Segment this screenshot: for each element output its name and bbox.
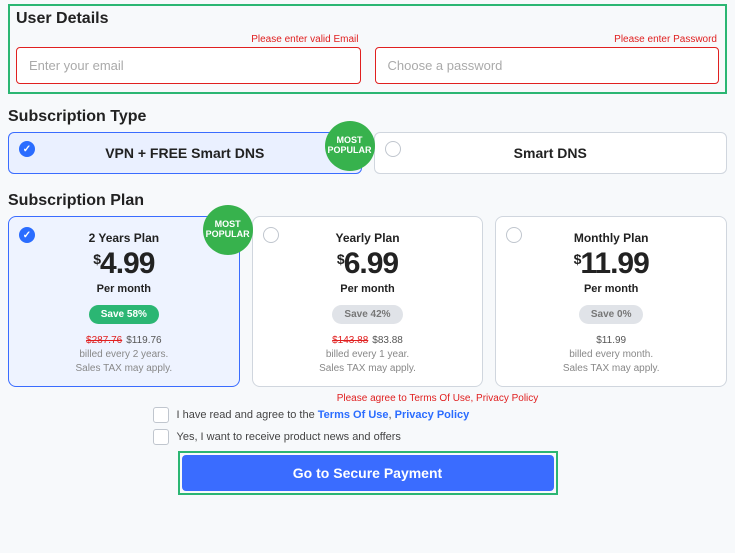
email-error: Please enter valid Email — [16, 34, 361, 45]
billing-info: $143.88$83.88 billed every 1 year. Sales… — [263, 334, 473, 376]
plan-card-monthly[interactable]: Monthly Plan $11.99 Per month Save 0% $1… — [495, 216, 727, 387]
password-input[interactable] — [375, 47, 720, 84]
terms-error: Please agree to Terms Of Use, Privacy Po… — [293, 393, 583, 404]
plan-name: 2 Years Plan — [19, 231, 229, 245]
plan-price: $6.99 — [337, 247, 398, 281]
plan-card-2years[interactable]: MOST POPULAR 2 Years Plan $4.99 Per mont… — [8, 216, 240, 387]
plan-card-yearly[interactable]: Yearly Plan $6.99 Per month Save 42% $14… — [252, 216, 484, 387]
radio-checked-icon — [19, 141, 35, 157]
user-details-title: User Details — [16, 10, 719, 28]
type-option-vpn-dns[interactable]: VPN + FREE Smart DNS MOST POPULAR — [8, 132, 362, 174]
save-badge: Save 58% — [89, 305, 159, 324]
billing-info: $11.99 billed every month. Sales TAX may… — [506, 334, 716, 376]
billing-info: $287.76$119.76 billed every 2 years. Sal… — [19, 334, 229, 376]
plan-name: Yearly Plan — [263, 231, 473, 245]
password-field-group: Please enter Password — [375, 34, 720, 84]
email-field-group: Please enter valid Email — [16, 34, 361, 84]
agree-terms-checkbox[interactable] — [153, 407, 169, 423]
radio-checked-icon — [19, 227, 35, 243]
type-label: VPN + FREE Smart DNS — [25, 145, 345, 161]
type-option-smart-dns[interactable]: Smart DNS — [374, 132, 728, 174]
terms-of-use-link[interactable]: Terms Of Use — [318, 409, 389, 421]
go-to-secure-payment-button[interactable]: Go to Secure Payment — [182, 455, 554, 491]
save-badge: Save 42% — [332, 305, 402, 324]
privacy-policy-link[interactable]: Privacy Policy — [395, 409, 470, 421]
per-month-label: Per month — [263, 283, 473, 295]
user-details-section: User Details Please enter valid Email Pl… — [8, 4, 727, 94]
per-month-label: Per month — [506, 283, 716, 295]
terms-block: Please agree to Terms Of Use, Privacy Po… — [153, 393, 583, 445]
type-label: Smart DNS — [391, 145, 711, 161]
password-error: Please enter Password — [375, 34, 720, 45]
subscription-type-title: Subscription Type — [8, 108, 727, 126]
agree-terms-row: I have read and agree to the Terms Of Us… — [153, 407, 583, 423]
save-badge: Save 0% — [579, 305, 644, 324]
newsletter-row: Yes, I want to receive product news and … — [153, 429, 583, 445]
newsletter-checkbox[interactable] — [153, 429, 169, 445]
plans-row: MOST POPULAR 2 Years Plan $4.99 Per mont… — [8, 216, 727, 387]
email-input[interactable] — [16, 47, 361, 84]
subscription-plan-title: Subscription Plan — [8, 192, 727, 210]
radio-unchecked-icon — [263, 227, 279, 243]
agree-terms-text: I have read and agree to the Terms Of Us… — [177, 409, 470, 421]
radio-unchecked-icon — [385, 141, 401, 157]
most-popular-badge: MOST POPULAR — [325, 121, 375, 171]
plan-price: $11.99 — [574, 247, 649, 281]
most-popular-badge: MOST POPULAR — [203, 205, 253, 255]
newsletter-text: Yes, I want to receive product news and … — [177, 431, 401, 443]
subscription-type-row: VPN + FREE Smart DNS MOST POPULAR Smart … — [8, 132, 727, 174]
per-month-label: Per month — [19, 283, 229, 295]
plan-name: Monthly Plan — [506, 231, 716, 245]
cta-wrap: Go to Secure Payment — [178, 451, 558, 495]
plan-price: $4.99 — [93, 247, 154, 281]
